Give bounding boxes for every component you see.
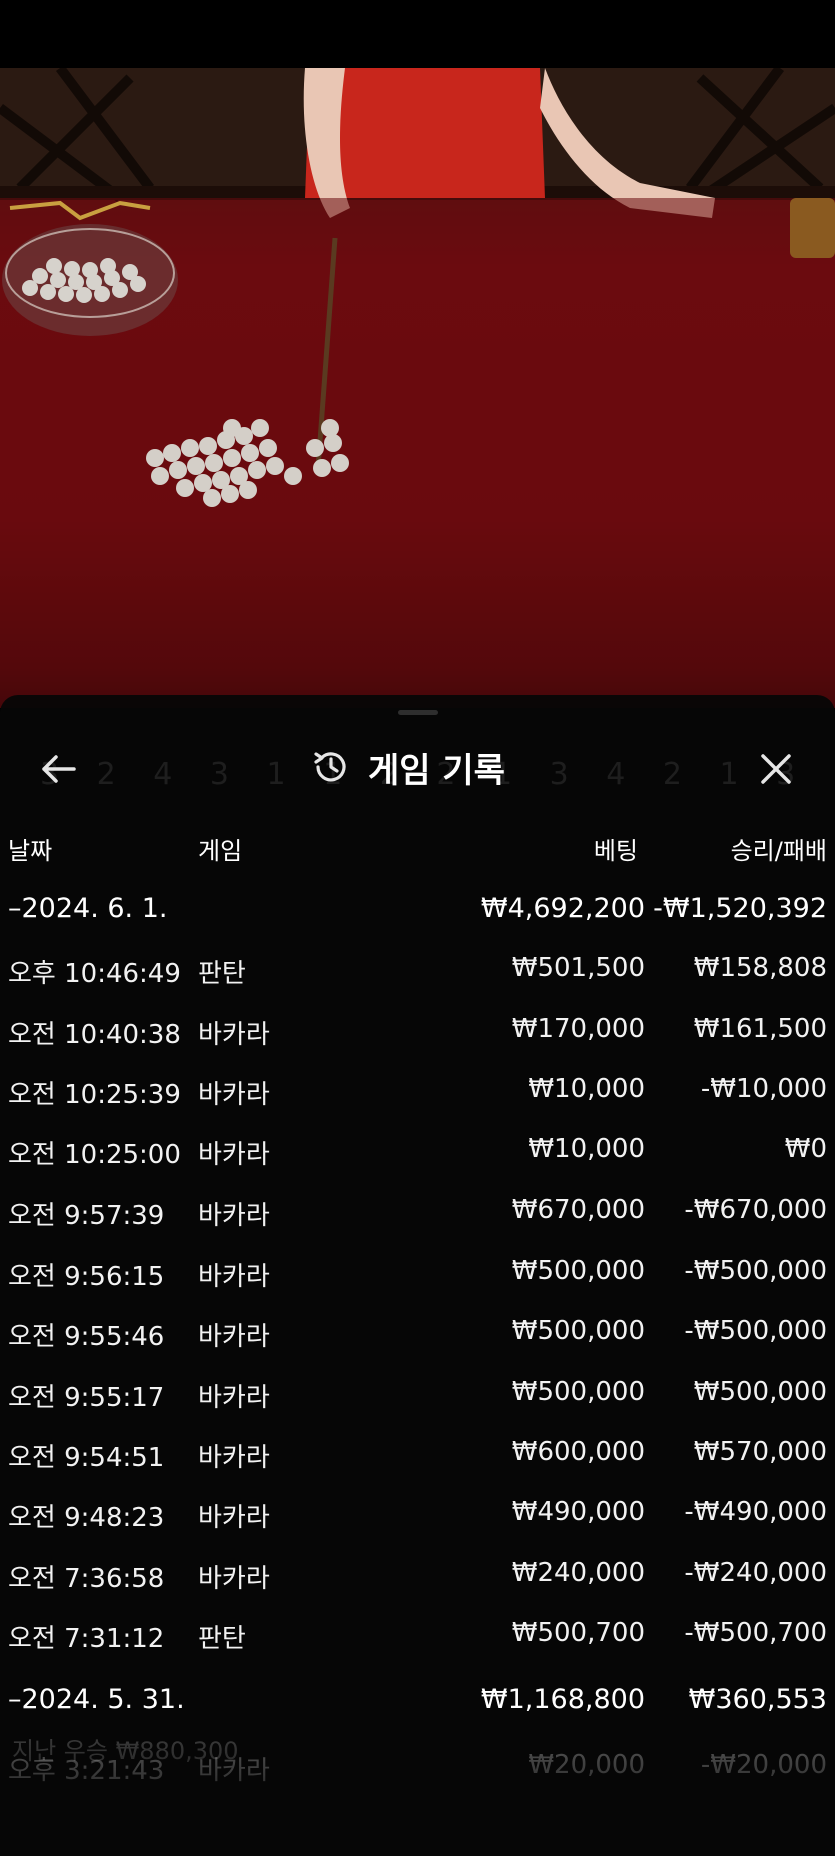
table-row[interactable]: 오전 9:54:51 바카라 ₩600,000 ₩570,000 [0,1429,835,1479]
row-bet: ₩240,000 [511,1558,645,1588]
close-icon [761,754,791,784]
date-group-header[interactable]: –2024. 6. 1. ₩4,692,200 -₩1,520,392 [0,885,835,935]
row-game: 바카라 [198,1383,270,1413]
row-time: 오후 10:46:49 [8,959,181,989]
row-time: 오전 10:40:38 [8,1020,181,1050]
row-result: -₩670,000 [684,1195,827,1225]
row-bet: ₩10,000 [528,1134,645,1164]
status-bar [0,0,835,68]
group-date: –2024. 6. 1. [8,893,168,924]
row-game: 바카라 [198,1564,270,1594]
row-time: 오전 9:55:17 [8,1383,165,1413]
group-total-bet: ₩1,168,800 [480,1684,645,1715]
row-game: 판탄 [198,1624,246,1654]
row-game: 판탄 [198,959,246,989]
live-video-feed [0,68,835,708]
row-bet: ₩500,000 [511,1256,645,1286]
row-result: -₩20,000 [700,1750,827,1780]
table-row[interactable]: 오전 10:40:38 바카라 ₩170,000 ₩161,500 [0,1006,835,1056]
row-bet: ₩670,000 [511,1195,645,1225]
column-header-game: 게임 [198,837,243,865]
table-row[interactable]: 오전 10:25:39 바카라 ₩10,000 -₩10,000 [0,1066,835,1116]
row-bet: ₩20,000 [528,1750,645,1780]
row-time: 오전 10:25:00 [8,1140,181,1170]
row-result: ₩0 [784,1134,827,1164]
group-total-result: -₩1,520,392 [653,893,827,924]
history-icon [314,752,346,782]
row-bet: ₩170,000 [511,1014,645,1044]
column-header-bet: 베팅 [593,837,638,865]
close-button[interactable] [748,741,804,797]
row-game: 바카라 [198,1201,270,1231]
group-total-bet: ₩4,692,200 [480,893,645,924]
arrow-left-icon [42,755,76,783]
row-game: 바카라 [198,1020,270,1050]
row-time: 오전 7:31:12 [8,1624,165,1654]
row-result: -₩500,000 [684,1316,827,1346]
row-bet: ₩10,000 [528,1074,645,1104]
column-header-date: 날짜 [8,837,53,865]
row-time: 오전 9:55:46 [8,1322,165,1352]
row-game: 바카라 [198,1080,270,1110]
row-time: 오전 9:57:39 [8,1201,165,1231]
row-result: -₩490,000 [684,1497,827,1527]
row-result: ₩158,808 [693,953,827,983]
row-game: 바카라 [198,1503,270,1533]
drag-handle[interactable] [398,710,438,715]
page-title: 게임 기록 [368,750,505,791]
row-result: -₩10,000 [700,1074,827,1104]
group-date: –2024. 5. 31. [8,1684,185,1715]
table-row[interactable]: 오전 7:36:58 바카라 ₩240,000 -₩240,000 [0,1550,835,1600]
row-time: 오전 9:54:51 [8,1443,165,1473]
table-row[interactable]: 오후 3:21:43 바카라 ₩20,000 -₩20,000 [0,1742,835,1792]
row-bet: ₩500,000 [511,1316,645,1346]
back-button[interactable] [30,741,86,797]
row-bet: ₩490,000 [511,1497,645,1527]
row-time: 오전 10:25:39 [8,1080,181,1110]
row-time: 오전 9:48:23 [8,1503,165,1533]
table-row[interactable]: 오후 10:46:49 판탄 ₩501,500 ₩158,808 [0,945,835,995]
table-row[interactable]: 오전 7:31:12 판탄 ₩500,700 -₩500,700 [0,1610,835,1660]
row-time: 오전 7:36:58 [8,1564,165,1594]
panel-header: 게임 기록 [310,737,505,797]
date-group-header[interactable]: –2024. 5. 31. ₩1,168,800 ₩360,553 [0,1676,835,1726]
row-bet: ₩500,000 [511,1377,645,1407]
row-game: 바카라 [198,1140,270,1170]
row-bet: ₩500,700 [511,1618,645,1648]
row-game: 바카라 [198,1756,270,1786]
row-result: ₩570,000 [693,1437,827,1467]
table-row[interactable]: 오전 10:25:00 바카라 ₩10,000 ₩0 [0,1126,835,1176]
row-time: 오전 9:56:15 [8,1262,165,1292]
table-row[interactable]: 오전 9:55:17 바카라 ₩500,000 ₩500,000 [0,1369,835,1419]
row-result: ₩161,500 [693,1014,827,1044]
row-result: ₩500,000 [693,1377,827,1407]
row-bet: ₩501,500 [511,953,645,983]
table-row[interactable]: 오전 9:55:46 바카라 ₩500,000 -₩500,000 [0,1308,835,1358]
table-row[interactable]: 오전 9:48:23 바카라 ₩490,000 -₩490,000 [0,1489,835,1539]
row-game: 바카라 [198,1443,270,1473]
row-result: -₩240,000 [684,1558,827,1588]
row-result: -₩500,700 [684,1618,827,1648]
row-game: 바카라 [198,1322,270,1352]
game-history-panel: 3 2 4 3 1 1 2 2 1 3 4 2 1 3 2 게임 기록 날짜 게… [0,695,835,1856]
table-row[interactable]: 오전 9:56:15 바카라 ₩500,000 -₩500,000 [0,1248,835,1298]
group-total-result: ₩360,553 [688,1684,827,1715]
row-result: -₩500,000 [684,1256,827,1286]
row-time: 오후 3:21:43 [8,1756,165,1786]
table-row[interactable]: 오전 9:57:39 바카라 ₩670,000 -₩670,000 [0,1187,835,1237]
column-header-result: 승리/패배 [730,837,827,865]
row-bet: ₩600,000 [511,1437,645,1467]
row-game: 바카라 [198,1262,270,1292]
